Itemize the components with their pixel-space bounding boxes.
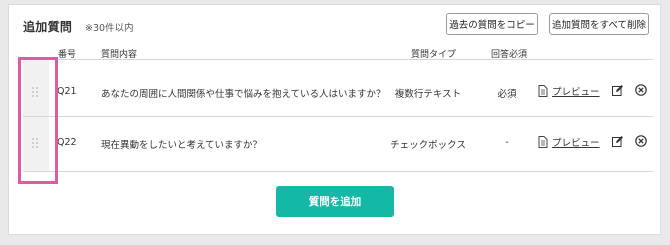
copy-past-questions-button[interactable]: 過去の質問をコピー (446, 13, 538, 35)
section-note: ※30件以内 (85, 23, 134, 34)
drag-column-highlight (18, 57, 58, 184)
preview-label[interactable]: プレビュー (552, 84, 600, 98)
question-type: 複数行テキスト (394, 89, 462, 100)
preview-link[interactable]: プレビュー (538, 135, 600, 149)
question-type: チェックボックス (390, 140, 466, 151)
row-divider (23, 116, 653, 117)
preview-link[interactable]: プレビュー (538, 84, 600, 98)
document-icon (538, 85, 548, 97)
section-title: 追加質問 (23, 20, 73, 34)
question-required: 必須 (497, 89, 517, 100)
edit-icon[interactable] (612, 85, 623, 96)
question-required: - (505, 137, 509, 148)
question-content: 現在異動をしたいと考えていますか？ (101, 140, 263, 151)
add-question-button[interactable]: 質問を追加 (276, 186, 394, 217)
delete-icon[interactable] (635, 135, 647, 147)
delete-icon[interactable] (635, 84, 647, 96)
question-number: Q21 (57, 86, 77, 97)
row-divider (23, 171, 653, 172)
header-divider (23, 59, 653, 60)
edit-icon[interactable] (612, 136, 623, 147)
delete-all-questions-button[interactable]: 追加質問をすべて削除 (549, 13, 649, 35)
preview-label[interactable]: プレビュー (552, 135, 600, 149)
question-content: あなたの周囲に人間関係や仕事で悩みを抱えている人はいますか？ (101, 89, 386, 100)
document-icon (538, 136, 548, 148)
question-number: Q22 (57, 137, 77, 148)
